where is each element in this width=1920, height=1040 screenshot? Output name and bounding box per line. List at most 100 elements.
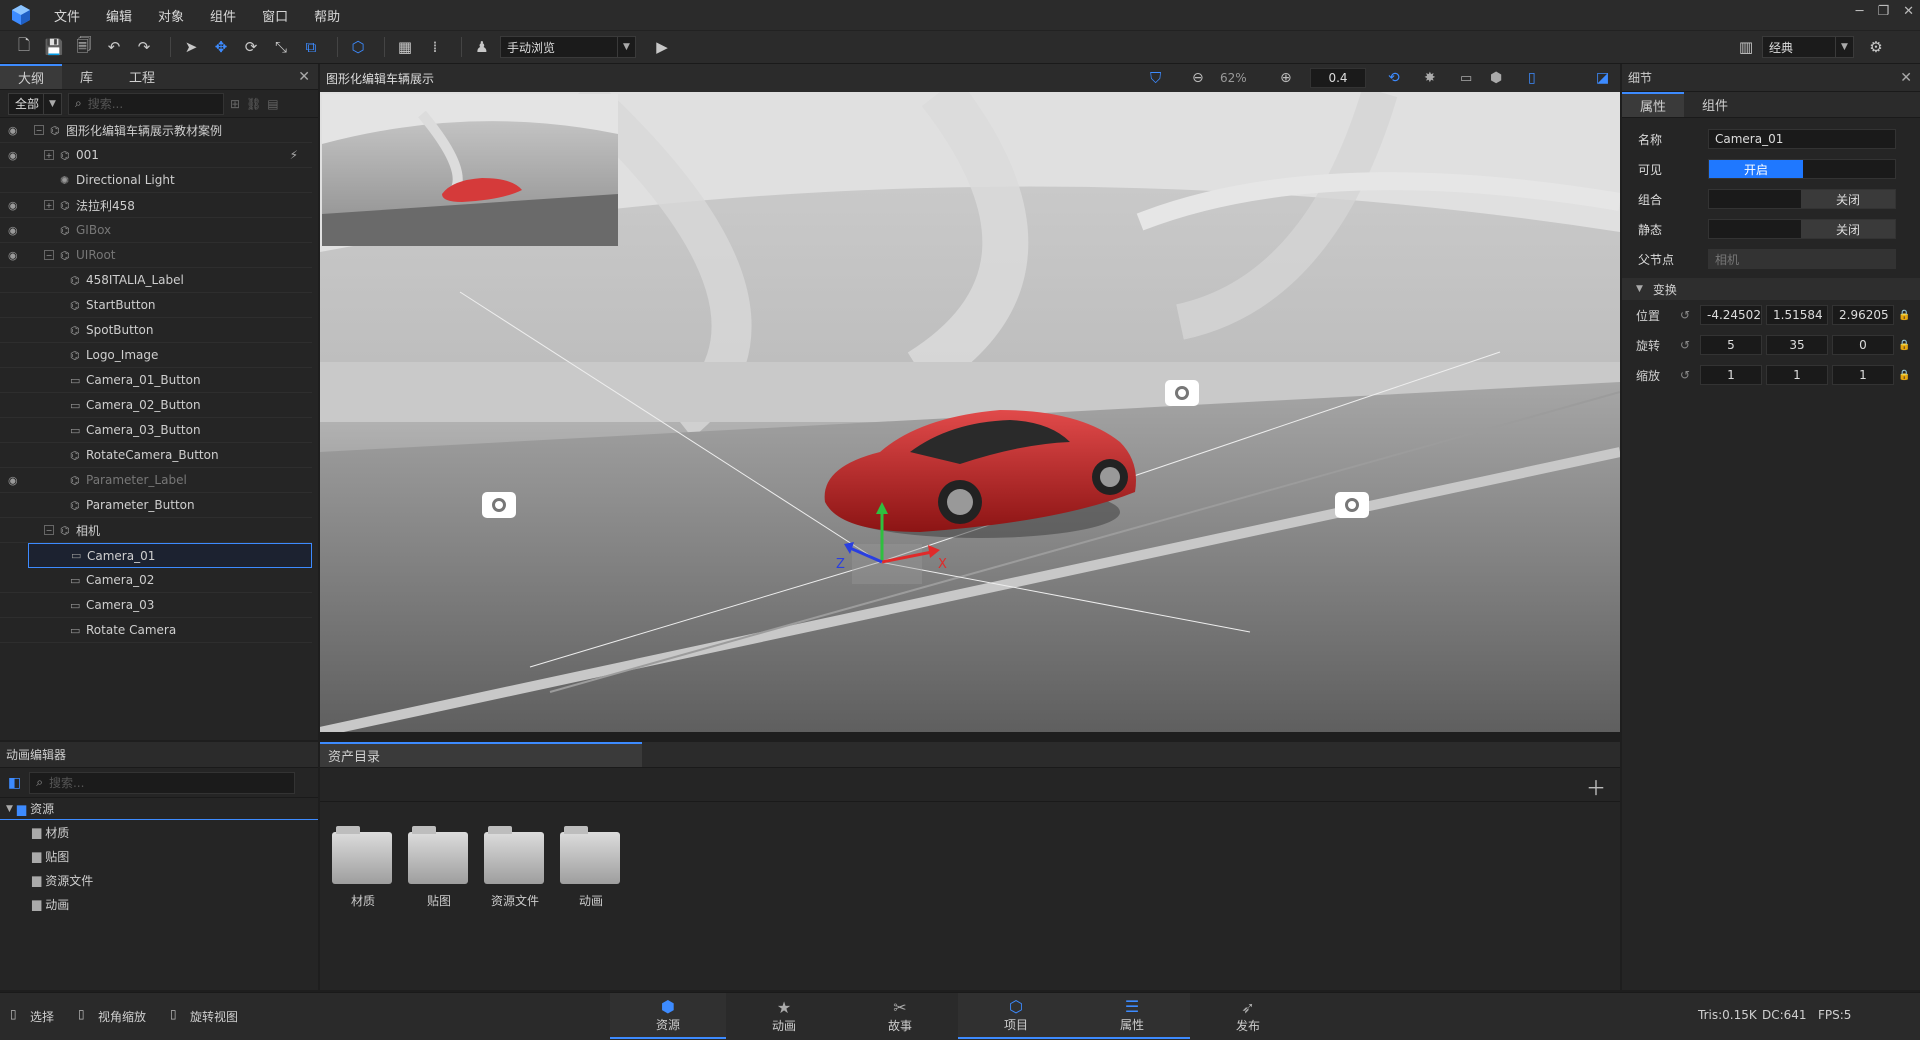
collapse-icon[interactable]: − bbox=[44, 250, 54, 260]
select-arrow-icon[interactable]: ➤ bbox=[179, 35, 203, 59]
position-x-input[interactable]: -4.24502 bbox=[1700, 305, 1762, 325]
expand-icon[interactable]: + bbox=[44, 150, 54, 160]
tree-row[interactable]: ⌬ StartButton bbox=[0, 293, 312, 318]
camera-view-icon[interactable]: ▭ bbox=[1460, 71, 1472, 86]
new-file-icon[interactable]: 🗋 bbox=[12, 35, 36, 59]
tree-row[interactable]: ⌬ 458ITALIA_Label bbox=[0, 268, 312, 293]
bottom-tab-animation[interactable]: ★ 动画 bbox=[726, 993, 842, 1039]
tab-asset-directory[interactable]: 资产目录 bbox=[320, 742, 642, 767]
scene-viewport[interactable]: X Z bbox=[320, 92, 1620, 732]
undo-icon[interactable]: ↶ bbox=[102, 35, 126, 59]
resource-item[interactable]: ▆ 材质 bbox=[32, 820, 318, 844]
tree-row[interactable]: − ⌬ 相机 bbox=[0, 518, 312, 543]
camera-marker-icon[interactable] bbox=[1335, 492, 1369, 518]
navigation-mode-select[interactable]: 手动浏览 ▼ bbox=[500, 36, 636, 58]
menu-edit[interactable]: 编辑 bbox=[106, 6, 132, 25]
tree-row[interactable]: ⌬ Parameter_Button bbox=[0, 493, 312, 518]
sun-icon[interactable]: ✸ bbox=[1424, 70, 1436, 86]
visible-toggle[interactable]: 开启 bbox=[1708, 159, 1896, 179]
asset-folder[interactable]: 材质 bbox=[332, 826, 394, 909]
tree-row[interactable]: ✺ Directional Light bbox=[0, 168, 312, 193]
visibility-eye-icon[interactable]: ◉ bbox=[8, 474, 22, 487]
device-icon[interactable]: ▯ bbox=[1528, 70, 1536, 86]
camera-marker-icon[interactable] bbox=[1165, 380, 1199, 406]
transform-space-icon[interactable]: ⧉ bbox=[299, 35, 323, 59]
resource-root[interactable]: ▼ ▆ 资源 bbox=[0, 798, 318, 820]
tree-row[interactable]: ◉ − ⌬ UIRoot bbox=[0, 243, 312, 268]
bottom-tab-project[interactable]: ⬡ 项目 bbox=[958, 993, 1074, 1039]
grid-icon[interactable]: ▦ bbox=[393, 35, 417, 59]
bottom-tab-publish[interactable]: ➶ 发布 bbox=[1190, 993, 1306, 1039]
layout-icon[interactable]: ▥ bbox=[1734, 35, 1758, 59]
stats-icon[interactable]: ◪ bbox=[1596, 70, 1609, 86]
asset-folder[interactable]: 动画 bbox=[560, 826, 622, 909]
lock-icon[interactable]: 🔒 bbox=[1898, 370, 1910, 381]
outline-search[interactable]: ⌕ 搜索... bbox=[68, 92, 224, 115]
minimize-icon[interactable]: ─ bbox=[1856, 4, 1864, 19]
orbit-icon[interactable]: ⟲ bbox=[1388, 70, 1400, 86]
save-all-icon[interactable]: 🗐 bbox=[72, 35, 96, 59]
save-icon[interactable]: 💾 bbox=[42, 35, 66, 59]
bottom-tab-resources[interactable]: ⬢ 资源 bbox=[610, 993, 726, 1039]
tree-row[interactable]: ⌬ SpotButton bbox=[0, 318, 312, 343]
asset-folder[interactable]: 贴图 bbox=[408, 826, 470, 909]
visibility-eye-icon[interactable]: ◉ bbox=[8, 199, 22, 212]
play-icon[interactable]: ▶ bbox=[650, 35, 674, 59]
menu-help[interactable]: 帮助 bbox=[314, 6, 340, 25]
link-icon[interactable]: ⛓ bbox=[246, 97, 261, 111]
tree-row[interactable]: ◉ + ⌬ 001 ⚡ bbox=[0, 143, 312, 168]
tab-components[interactable]: 组件 bbox=[1684, 92, 1746, 117]
bottom-tab-properties[interactable]: ☰ 属性 bbox=[1074, 993, 1190, 1039]
layout-select[interactable]: 经典 ▼ bbox=[1762, 36, 1854, 58]
static-toggle[interactable]: 关闭 bbox=[1708, 219, 1896, 239]
scale-z-input[interactable]: 1 bbox=[1832, 365, 1894, 385]
tab-project[interactable]: 工程 bbox=[111, 64, 173, 89]
close-window-icon[interactable]: ✕ bbox=[1903, 4, 1914, 19]
tree-row[interactable]: ▭ Camera_02 bbox=[0, 568, 312, 593]
camera-marker-icon[interactable] bbox=[482, 492, 516, 518]
tree-row[interactable]: ⌬ Logo_Image bbox=[0, 343, 312, 368]
expand-icon[interactable]: + bbox=[44, 200, 54, 210]
rotation-z-input[interactable]: 0 bbox=[1832, 335, 1894, 355]
visibility-eye-icon[interactable]: ◉ bbox=[8, 224, 22, 237]
collapse-icon[interactable]: − bbox=[44, 525, 54, 535]
cube-icon[interactable]: ⬢ bbox=[1490, 70, 1502, 86]
filter-options-icon[interactable]: ▤ bbox=[267, 97, 278, 111]
visibility-eye-icon[interactable]: ◉ bbox=[8, 124, 22, 137]
close-icon[interactable]: ✕ bbox=[298, 64, 310, 89]
tree-row[interactable]: ◉ + ⌬ 法拉利458 bbox=[0, 193, 312, 218]
resource-item[interactable]: ▆ 贴图 bbox=[32, 844, 318, 868]
tree-row[interactable]: ▭ Camera_02_Button bbox=[0, 393, 312, 418]
settings-gear-icon[interactable]: ⚙ bbox=[1864, 35, 1888, 59]
tree-row[interactable]: ▭ Camera_03 bbox=[0, 593, 312, 618]
tree-row[interactable]: ▭ Camera_03_Button bbox=[0, 418, 312, 443]
tree-row[interactable]: ◉ ⌬ Parameter_Label bbox=[0, 468, 312, 493]
lock-icon[interactable]: 🔒 bbox=[1898, 340, 1910, 351]
zoom-out-icon[interactable]: ⊖ bbox=[1192, 70, 1204, 86]
position-y-input[interactable]: 1.51584 bbox=[1766, 305, 1828, 325]
transform-section[interactable]: ▼ 变换 bbox=[1622, 278, 1920, 300]
tree-row[interactable]: ◉ ⌬ GIBox bbox=[0, 218, 312, 243]
scale-x-input[interactable]: 1 bbox=[1700, 365, 1762, 385]
rotate-icon[interactable]: ⟳ bbox=[239, 35, 263, 59]
snap-icon[interactable]: ⬡ bbox=[346, 35, 370, 59]
asset-folder[interactable]: 资源文件 bbox=[484, 826, 546, 909]
tab-library[interactable]: 库 bbox=[62, 64, 111, 89]
collapse-all-icon[interactable]: ⊞ bbox=[230, 97, 240, 111]
tree-row[interactable]: ▭ Camera_01 bbox=[28, 543, 312, 568]
tab-outline[interactable]: 大纲 bbox=[0, 64, 63, 89]
panel-toggle-icon[interactable]: ◧ bbox=[8, 775, 21, 791]
restore-icon[interactable]: ❐ bbox=[1877, 4, 1889, 19]
person-icon[interactable]: ♟ bbox=[470, 35, 494, 59]
lock-icon[interactable]: 🔒 bbox=[1898, 310, 1910, 321]
speed-input[interactable]: 0.4 bbox=[1310, 68, 1366, 88]
reset-icon[interactable]: ↺ bbox=[1680, 308, 1700, 322]
tree-row[interactable]: ▭ Camera_01_Button bbox=[0, 368, 312, 393]
position-z-input[interactable]: 2.96205 bbox=[1832, 305, 1894, 325]
name-input[interactable]: Camera_01 bbox=[1708, 129, 1896, 149]
scale-y-input[interactable]: 1 bbox=[1766, 365, 1828, 385]
shield-icon[interactable]: ⛉ bbox=[1150, 69, 1161, 87]
rotation-x-input[interactable]: 5 bbox=[1700, 335, 1762, 355]
menu-object[interactable]: 对象 bbox=[158, 6, 184, 25]
scale-icon[interactable]: ⤡ bbox=[269, 35, 293, 59]
